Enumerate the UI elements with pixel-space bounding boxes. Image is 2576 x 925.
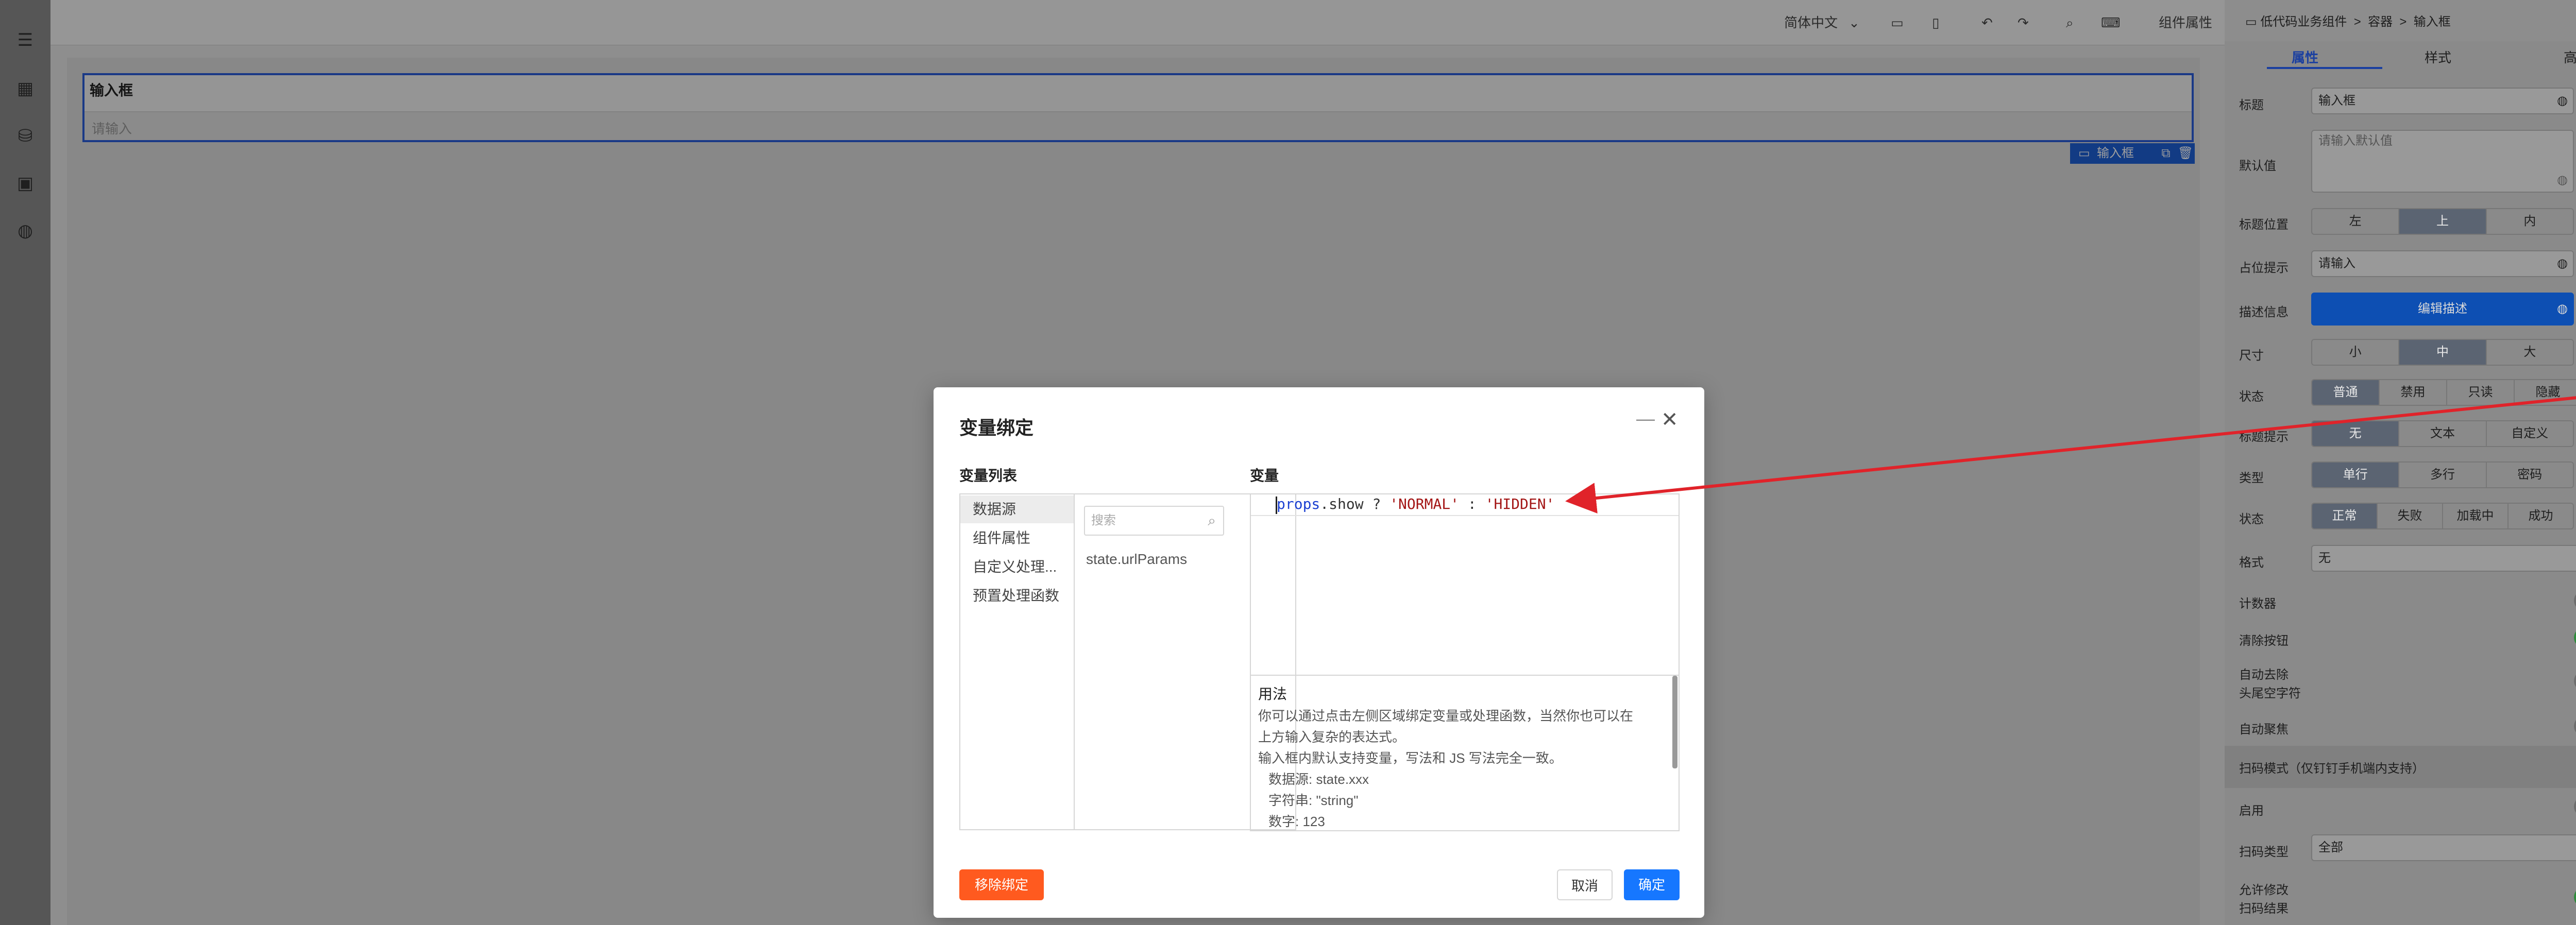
annotation-arrow	[1565, 396, 2576, 513]
